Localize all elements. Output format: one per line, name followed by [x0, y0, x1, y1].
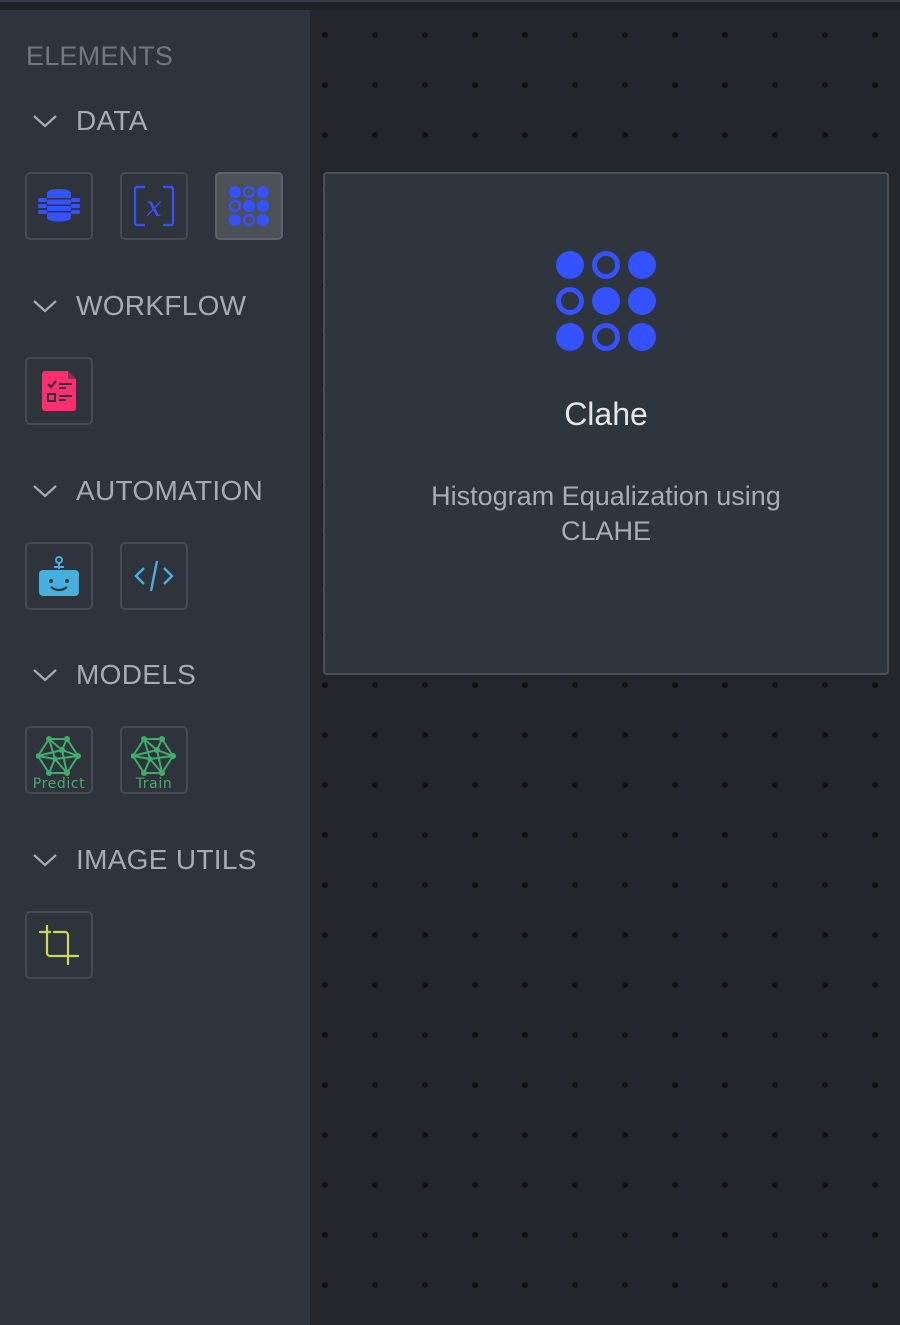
checklist-document-icon	[42, 371, 76, 411]
chevron-down-icon	[33, 115, 57, 128]
section-label: DATA	[76, 105, 148, 136]
tile-train[interactable]: Train	[120, 726, 188, 794]
tile-crop[interactable]	[25, 911, 93, 979]
tile-predict[interactable]: Predict	[25, 726, 93, 794]
code-icon	[134, 560, 174, 592]
section-header-automation[interactable]: AUTOMATION	[30, 475, 263, 507]
section-header-data[interactable]: DATA	[30, 105, 148, 137]
robot-icon	[39, 556, 79, 596]
neural-network-icon	[131, 736, 176, 776]
tile-caption: Train	[135, 776, 173, 792]
section-label: AUTOMATION	[76, 475, 264, 506]
node-card-clahe[interactable]: Clahe Histogram Equalization using CLAHE	[323, 172, 889, 675]
section-header-image-utils[interactable]: IMAGE UTILS	[30, 844, 257, 876]
chevron-down-icon	[33, 300, 57, 313]
chevron-down-icon	[33, 669, 57, 682]
section-label: WORKFLOW	[76, 290, 247, 321]
svg-text:x: x	[146, 190, 162, 223]
section-label: MODELS	[76, 659, 197, 690]
tile-database[interactable]	[25, 172, 93, 240]
chevron-down-icon	[33, 485, 57, 498]
sidebar-title: ELEMENTS	[26, 41, 174, 71]
card-title: Clahe	[564, 396, 648, 432]
tile-bot[interactable]	[25, 542, 93, 610]
tile-checklist[interactable]	[25, 357, 93, 425]
crop-icon	[38, 924, 80, 966]
chevron-down-icon	[33, 854, 57, 867]
toolbar-strip	[0, 2, 900, 10]
neural-network-icon	[36, 736, 81, 776]
tile-variable[interactable]: x	[120, 172, 188, 240]
database-icon	[38, 189, 80, 222]
dot-grid-icon	[228, 185, 269, 227]
section-header-models[interactable]: MODELS	[30, 659, 196, 691]
variable-x-icon: x	[133, 185, 175, 227]
section-label: IMAGE UTILS	[76, 844, 257, 875]
card-description: Histogram Equalization using CLAHE	[431, 481, 781, 546]
tile-code[interactable]	[120, 542, 188, 610]
elements-sidebar: ELEMENTS DATA x WORKFLOW AUTOMATION MODE…	[0, 10, 310, 1325]
tile-caption: Predict	[32, 776, 86, 792]
tile-clahe[interactable]	[215, 172, 283, 240]
dot-grid-icon	[556, 251, 656, 351]
section-header-workflow[interactable]: WORKFLOW	[30, 290, 246, 322]
